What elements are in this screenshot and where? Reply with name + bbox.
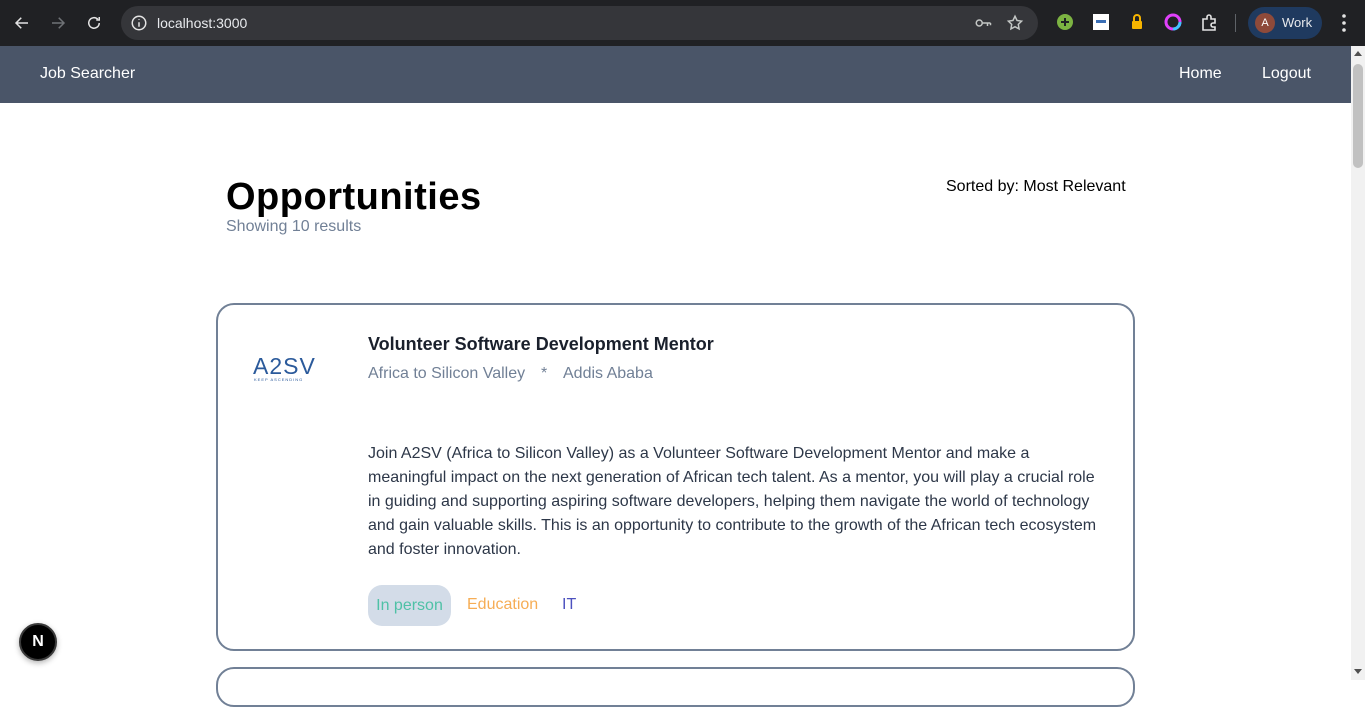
extension-plus-icon[interactable] bbox=[1056, 13, 1074, 31]
extension-page-icon[interactable] bbox=[1092, 13, 1110, 31]
scroll-thumb[interactable] bbox=[1353, 64, 1363, 168]
page-title: Opportunities bbox=[226, 176, 482, 218]
extension-color-ring-icon[interactable] bbox=[1164, 13, 1182, 31]
avatar: A bbox=[1255, 13, 1275, 33]
browser-toolbar: localhost:3000 A Work bbox=[0, 0, 1365, 46]
tag-it: IT bbox=[562, 596, 577, 613]
tag-in-person: In person bbox=[368, 585, 451, 626]
forward-icon[interactable] bbox=[46, 11, 70, 35]
meta-separator: * bbox=[541, 365, 548, 382]
site-info-icon[interactable] bbox=[130, 14, 148, 32]
scroll-down-arrow-icon[interactable] bbox=[1354, 669, 1362, 674]
password-key-icon[interactable] bbox=[974, 15, 992, 31]
company-name: Africa to Silicon Valley bbox=[368, 365, 526, 382]
page-scrollbar[interactable] bbox=[1351, 46, 1365, 680]
extensions-puzzle-icon[interactable] bbox=[1200, 13, 1218, 31]
job-description: Join A2SV (Africa to Silicon Valley) as … bbox=[368, 445, 1097, 558]
result-count: Showing 10 results bbox=[226, 218, 362, 235]
tag-education: Education bbox=[467, 596, 539, 613]
job-title[interactable]: Volunteer Software Development Mentor bbox=[368, 334, 714, 355]
job-location: Addis Ababa bbox=[563, 365, 653, 382]
job-card[interactable] bbox=[216, 667, 1135, 707]
company-logo: A2SV KEEP ASCENDING bbox=[253, 355, 315, 383]
back-icon[interactable] bbox=[10, 11, 34, 35]
app-header: Job Searcher Home Logout bbox=[0, 46, 1351, 103]
job-card[interactable]: A2SV KEEP ASCENDING Volunteer Software D… bbox=[216, 303, 1135, 651]
brand-link[interactable]: Job Searcher bbox=[40, 65, 135, 83]
browser-menu-icon[interactable] bbox=[1336, 12, 1352, 34]
nav-logout-link[interactable]: Logout bbox=[1262, 65, 1311, 83]
toolbar-divider bbox=[1235, 14, 1236, 32]
profile-label: Work bbox=[1282, 15, 1313, 30]
logo-mark: A2SV bbox=[253, 353, 316, 379]
profile-button[interactable]: A Work bbox=[1248, 7, 1322, 39]
nextjs-dev-indicator[interactable]: N bbox=[19, 623, 57, 661]
bookmark-star-icon[interactable] bbox=[1006, 14, 1024, 32]
scroll-up-arrow-icon[interactable] bbox=[1354, 51, 1362, 56]
nav-home-link[interactable]: Home bbox=[1179, 65, 1222, 83]
address-bar[interactable]: localhost:3000 bbox=[121, 6, 1038, 40]
extension-lock-icon[interactable] bbox=[1128, 13, 1146, 31]
reload-icon[interactable] bbox=[82, 11, 106, 35]
url-text[interactable]: localhost:3000 bbox=[157, 15, 247, 31]
sort-selector[interactable]: Sorted by: Most Relevant bbox=[946, 178, 1126, 196]
